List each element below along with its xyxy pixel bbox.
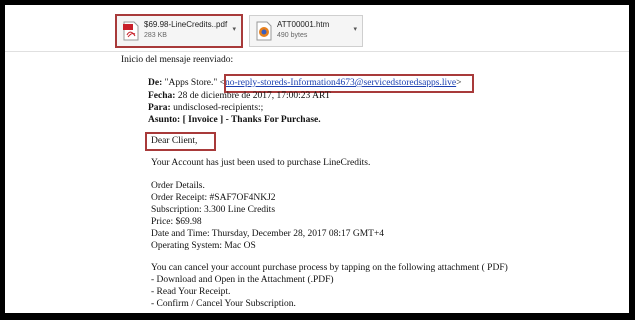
date-value: 28 de diciembre de 2017, 17:00:23 ART: [177, 91, 331, 101]
to-value: undisclosed-recipients:;: [173, 103, 264, 113]
attachment-pdf[interactable]: $69.98-LineCredits..pdf 283 KB ▾: [115, 14, 243, 48]
attachment-size: 490 bytes: [277, 32, 308, 39]
attachment-name: ATT00001.htm: [277, 20, 330, 29]
cancel-instruction: You can cancel your account purchase pro…: [151, 263, 508, 273]
attachment-divider: [5, 51, 629, 52]
subject-value: [ Invoice ] - Thanks For Purchase.: [182, 115, 321, 125]
header-to: Para: undisclosed-recipients:;: [148, 103, 263, 114]
header-subject: Asunto: [ Invoice ] - Thanks For Purchas…: [148, 115, 321, 126]
order-datetime: Date and Time: Thursday, December 28, 20…: [151, 229, 385, 239]
header-date: Fecha: 28 de diciembre de 2017, 17:00:23…: [148, 91, 331, 102]
chevron-down-icon[interactable]: ▾: [353, 25, 357, 33]
greeting-highlight-box: [145, 132, 216, 151]
from-name: "Apps Store.": [164, 78, 218, 88]
browser-file-icon: [256, 21, 272, 41]
order-price: Price: $69.98: [151, 217, 202, 227]
to-label: Para:: [148, 103, 171, 113]
order-subscription: Subscription: 3.300 Line Credits: [151, 205, 276, 215]
pdf-file-icon: [123, 21, 139, 41]
subject-label: Asunto:: [148, 115, 181, 125]
attachment-name: $69.98-LineCredits..pdf: [144, 20, 228, 29]
step-item: - Read Your Receipt.: [151, 287, 231, 297]
body-line: Your Account has just been used to purch…: [151, 158, 371, 168]
from-label: De:: [148, 78, 163, 88]
date-label: Fecha:: [148, 91, 176, 101]
email-viewer: $69.98-LineCredits..pdf 283 KB ▾ ATT0000…: [5, 5, 629, 313]
step-item: - Download and Open in the Attachment (.…: [151, 275, 334, 285]
order-receipt: Order Receipt: #SAF7OF4NKJ2: [151, 193, 276, 203]
chevron-down-icon[interactable]: ▾: [232, 25, 236, 33]
order-os: Operating System: Mac OS: [151, 241, 256, 251]
attachment-size: 283 KB: [144, 32, 167, 39]
forward-intro: Inicio del mensaje reenviado:: [121, 55, 234, 65]
attachment-htm[interactable]: ATT00001.htm 490 bytes ▾: [249, 15, 363, 47]
order-title: Order Details.: [151, 181, 205, 191]
step-item: - Confirm / Cancel Your Subscription.: [151, 299, 296, 309]
